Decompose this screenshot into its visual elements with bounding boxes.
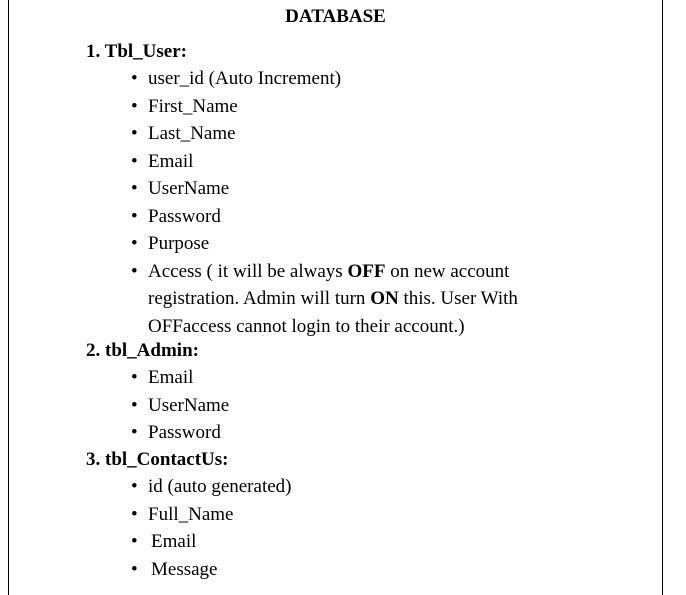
table-section-admin: 2. tbl_Admin: • Email • UserName • Password xyxy=(86,340,642,447)
bullet-icon: • xyxy=(131,476,138,497)
list-item: • Email xyxy=(86,364,642,392)
list-item: • Message xyxy=(86,556,642,584)
field-list-contactus: • id (auto generated) • Full_Name • Email •… xyxy=(86,473,642,583)
on-keyword: ON xyxy=(370,288,399,309)
bullet-icon: • xyxy=(131,503,138,525)
list-item: • UserName xyxy=(86,392,642,420)
list-item: • Purpose xyxy=(86,230,642,258)
bullet-icon: • xyxy=(131,558,138,580)
bullet-icon: • xyxy=(131,531,138,552)
list-item: • UserName xyxy=(86,175,642,203)
bullet-icon: • xyxy=(131,95,138,117)
list-item: • Last_Name xyxy=(86,120,642,148)
bullet-icon: • xyxy=(131,260,138,282)
bullet-icon: • xyxy=(131,233,138,254)
list-item: • Email xyxy=(86,148,642,176)
bullet-icon: • xyxy=(131,123,138,144)
access-note: Access ( it will be always OFF on new ac… xyxy=(148,260,518,337)
list-item: • Email xyxy=(86,528,642,556)
list-item: • user_id (Auto Increment) xyxy=(86,65,642,93)
list-item: • Full_Name xyxy=(86,501,642,529)
field-list-admin: • Email • UserName • Password xyxy=(86,364,642,447)
document-page: DATABASE 1. Tbl_User: • user_id (Auto Inc… xyxy=(8,0,663,595)
field-list-user: • user_id (Auto Increment) • First_Name • L… xyxy=(86,65,642,340)
list-item-access: • Access ( it will be always OFF on new a… xyxy=(86,258,642,341)
bullet-icon: • xyxy=(131,68,138,89)
list-item: • First_Name xyxy=(86,93,642,121)
document-title: DATABASE xyxy=(285,6,386,27)
table-section-user: 1. Tbl_User: • user_id (Auto Increment) •… xyxy=(86,41,642,340)
table-section-contactus: 3. tbl_ContactUs: • id (auto generated) •… xyxy=(86,449,642,583)
table-heading-admin: 2. tbl_Admin: xyxy=(86,340,199,361)
bullet-icon: • xyxy=(131,394,138,416)
off-keyword: OFF xyxy=(347,260,386,282)
list-item: • Password xyxy=(86,419,642,447)
table-heading-contactus: 3. tbl_ContactUs: xyxy=(86,449,229,470)
bullet-icon: • xyxy=(131,178,138,199)
bullet-icon: • xyxy=(131,367,138,388)
list-item: • id (auto generated) xyxy=(86,473,642,501)
table-heading-user: 1. Tbl_User: xyxy=(86,41,187,62)
bullet-icon: • xyxy=(131,205,138,227)
bullet-icon: • xyxy=(131,422,138,443)
list-item: • Password xyxy=(86,203,642,231)
bullet-icon: • xyxy=(131,150,138,172)
